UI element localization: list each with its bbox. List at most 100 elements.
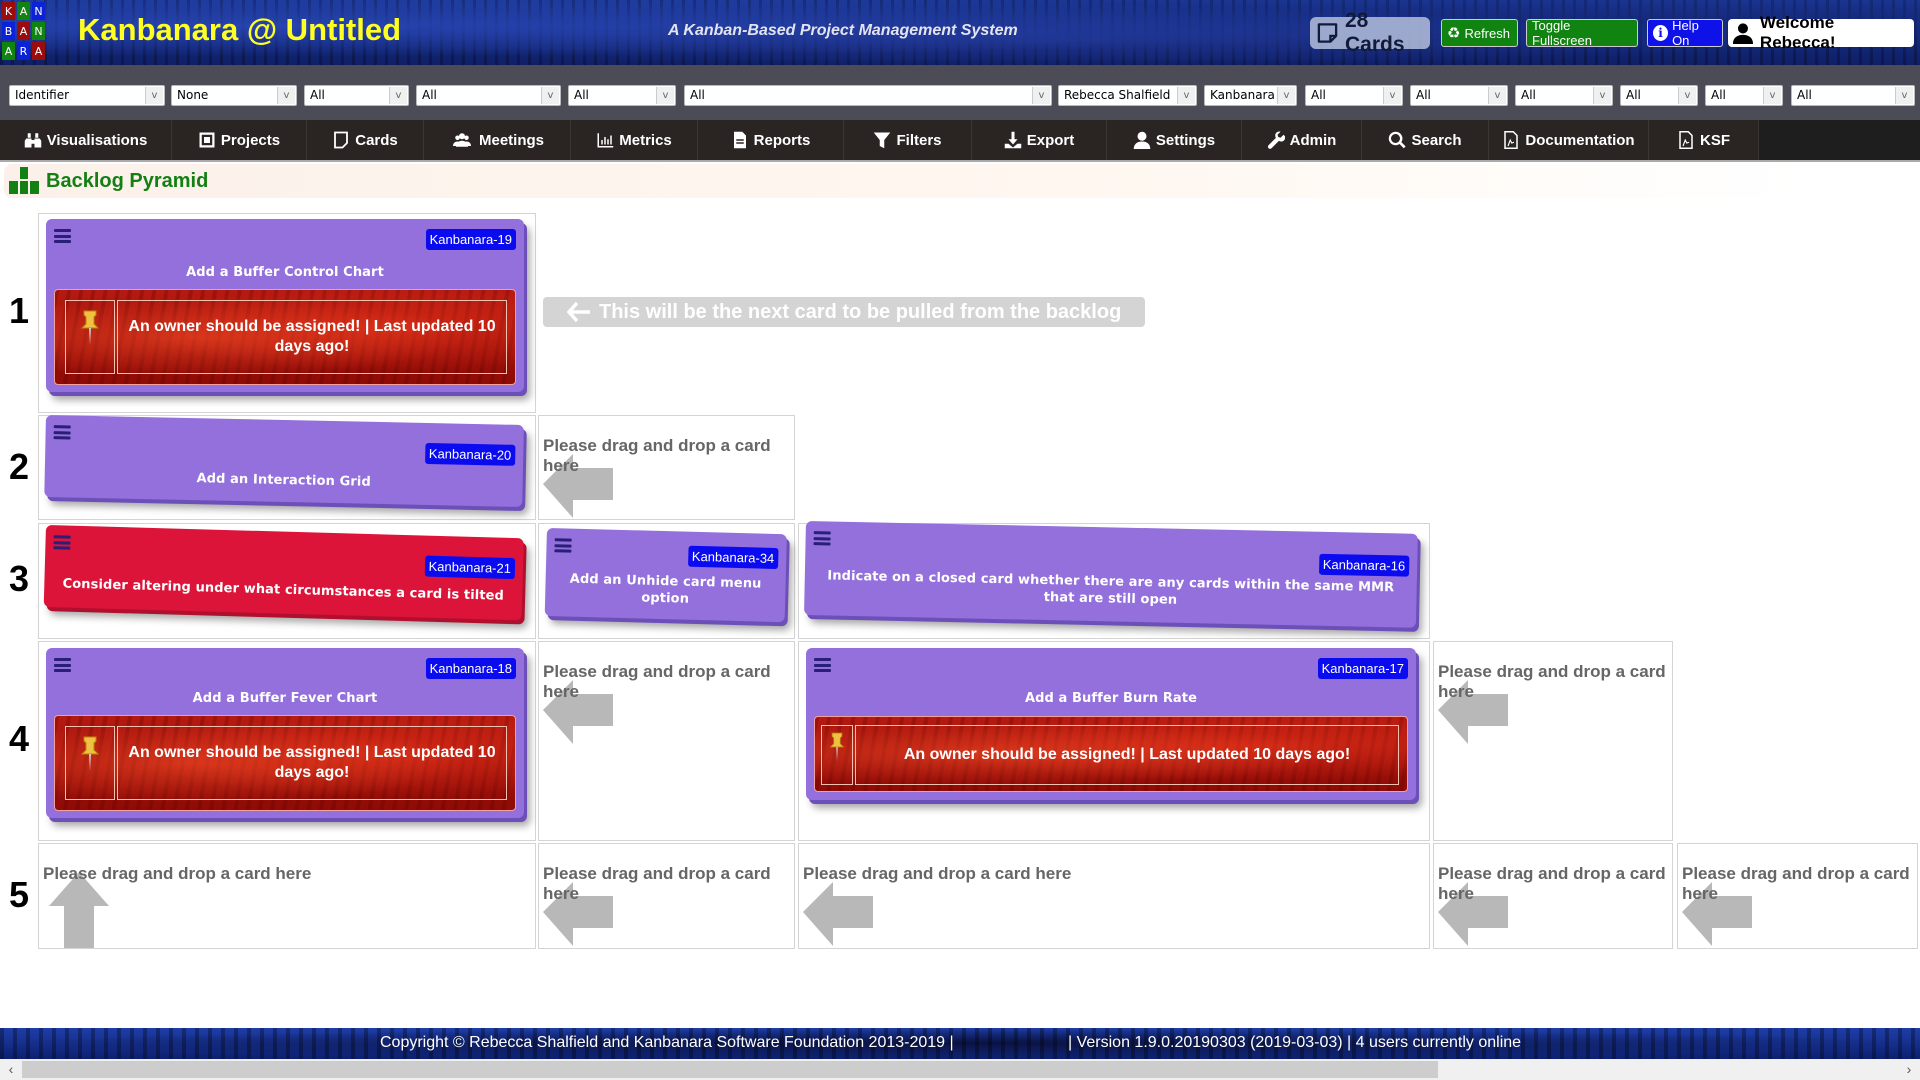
user-filter-select[interactable]: Rebecca Shalfield v [1058,85,1197,106]
card-id-badge[interactable]: Kanbanara-18 [425,658,516,679]
row-number: 4 [8,718,30,759]
nav-label: KSF [1700,131,1730,149]
filter-select[interactable]: All v [684,85,1052,106]
drop-slot[interactable]: Please drag and drop a card here [1677,843,1918,949]
nav-export[interactable]: Export [972,120,1107,160]
main-nav: Visualisations Projects Cards Meetings M… [0,120,1920,162]
nav-label: Export [1026,131,1075,149]
filter-select[interactable]: All v [1620,85,1698,106]
card-title: Add a Buffer Control Chart [186,265,384,280]
copyright-text: Copyright © Rebecca Shalfield and Kanban… [380,1034,954,1051]
nav-visualisations[interactable]: Visualisations [0,120,172,160]
card-kanbanara-34[interactable]: Kanbanara-34 Add an Unhide card menu opt… [544,528,787,623]
funnel-icon [874,132,891,149]
scrollbar-thumb[interactable] [22,1061,1438,1078]
nav-filters[interactable]: Filters [844,120,972,160]
scroll-left-icon[interactable]: ‹ [2,1061,20,1078]
kanbanara-logo[interactable]: K A N B A N A R A [2,2,46,62]
drop-slot[interactable]: Please drag and drop a card here [798,843,1430,949]
nav-ksf[interactable]: KSF [1649,120,1759,160]
footer-link[interactable] [978,1034,1031,1052]
card-kanbanara-19[interactable]: Kanbanara-19 Add a Buffer Control Chart … [46,219,524,392]
card-warning: An owner should be assigned! | Last upda… [814,716,1408,792]
help-toggle-button[interactable]: i Help On [1647,18,1723,48]
filter-select[interactable]: All v [1705,85,1783,106]
card-menu-icon[interactable] [813,531,831,546]
identifier-filter-select[interactable]: Identifier v [9,85,165,106]
welcome-user-button[interactable]: Welcome Rebecca! [1728,13,1914,52]
filter-select[interactable]: All v [1515,85,1613,106]
drop-slot[interactable]: Please drag and drop a card here [538,415,795,520]
logo-letter: K [2,2,15,20]
card-kanbanara-21[interactable]: Kanbanara-21 Consider altering under wha… [43,525,524,621]
card-id-badge[interactable]: Kanbanara-19 [425,229,516,250]
nav-label: Search [1411,131,1462,149]
nav-admin[interactable]: Admin [1242,120,1362,160]
card-id-badge[interactable]: Kanbanara-20 [424,442,516,466]
filter-select[interactable]: All v [304,85,409,106]
report-icon [733,131,746,149]
card-id-badge[interactable]: Kanbanara-17 [1317,658,1408,679]
next-card-hint: This will be the next card to be pulled … [543,297,1145,327]
binoculars-icon [24,133,41,148]
nav-settings[interactable]: Settings [1107,120,1242,160]
card-id-badge[interactable]: Kanbanara-34 [687,545,779,570]
nav-meetings[interactable]: Meetings [424,120,571,160]
card-id-badge[interactable]: Kanbanara-21 [424,555,516,580]
card-menu-icon[interactable] [554,538,572,553]
drop-slot[interactable]: Please drag and drop a card here [1433,641,1673,841]
select-value: All [310,88,325,102]
logo-letter: A [17,2,30,20]
nav-label: Projects [220,131,281,149]
toggle-fullscreen-button[interactable]: Toggle Fullscreen [1526,18,1638,48]
filter-select[interactable]: All v [1791,85,1915,106]
filter-select[interactable]: All v [1305,85,1403,106]
nav-metrics[interactable]: Metrics [571,120,698,160]
chevron-down-icon: v [1032,87,1050,104]
select-value: All [1797,88,1812,102]
nav-search[interactable]: Search [1362,120,1489,160]
card-kanbanara-18[interactable]: Kanbanara-18 Add a Buffer Fever Chart An… [46,648,524,818]
select-value: All [574,88,589,102]
nav-documentation[interactable]: Documentation [1489,120,1649,160]
refresh-button[interactable]: ♻ Refresh [1441,19,1518,47]
drop-slot[interactable]: Please drag and drop a card here [38,843,536,949]
drop-slot[interactable]: Please drag and drop a card here [538,843,795,949]
page-title-bar: Backlog Pyramid [4,164,1804,198]
horizontal-scrollbar[interactable]: ‹ › [0,1059,1920,1080]
chevron-down-icon: v [1277,87,1295,104]
card-icon [1317,23,1338,43]
card-menu-icon[interactable] [53,535,71,550]
nav-projects[interactable]: Projects [172,120,307,160]
card-count-badge[interactable]: 28 Cards [1310,9,1430,56]
pyramid-icon [9,167,39,194]
nav-reports[interactable]: Reports [698,120,844,160]
chevron-down-icon: v [1488,87,1506,104]
card-kanbanara-17[interactable]: Kanbanara-17 Add a Buffer Burn Rate An o… [806,648,1416,800]
row-number: 5 [8,874,30,915]
drop-slot[interactable]: Please drag and drop a card here [1433,843,1673,949]
pushpin-icon [821,725,853,785]
drop-slot[interactable]: Please drag and drop a card here [538,641,795,841]
card-menu-icon[interactable] [54,658,71,672]
card-kanbanara-20[interactable]: Kanbanara-20 Add an Interaction Grid [44,415,524,507]
filter-select[interactable]: All v [416,85,561,106]
scroll-right-icon[interactable]: › [1900,1061,1918,1078]
chevron-down-icon: v [656,87,674,104]
app-header: K A N B A N A R A Kanbanara @ Untitled A… [0,0,1920,65]
user-settings-icon [1133,131,1151,149]
grouping-filter-select[interactable]: None v [171,85,297,106]
card-menu-icon[interactable] [53,425,71,440]
project-filter-select[interactable]: Kanbanara v [1204,85,1297,106]
card-menu-icon[interactable] [814,658,831,672]
card-id-badge[interactable]: Kanbanara-16 [1318,553,1410,577]
card-kanbanara-16[interactable]: Kanbanara-16 Indicate on a closed card w… [804,521,1418,628]
row-number: 1 [8,290,30,331]
nav-cards[interactable]: Cards [307,120,424,160]
filter-select[interactable]: All v [568,85,676,106]
select-value: All [690,88,705,102]
user-icon [1732,23,1754,44]
select-value: None [177,88,209,102]
filter-select[interactable]: All v [1410,85,1508,106]
card-menu-icon[interactable] [54,229,71,243]
